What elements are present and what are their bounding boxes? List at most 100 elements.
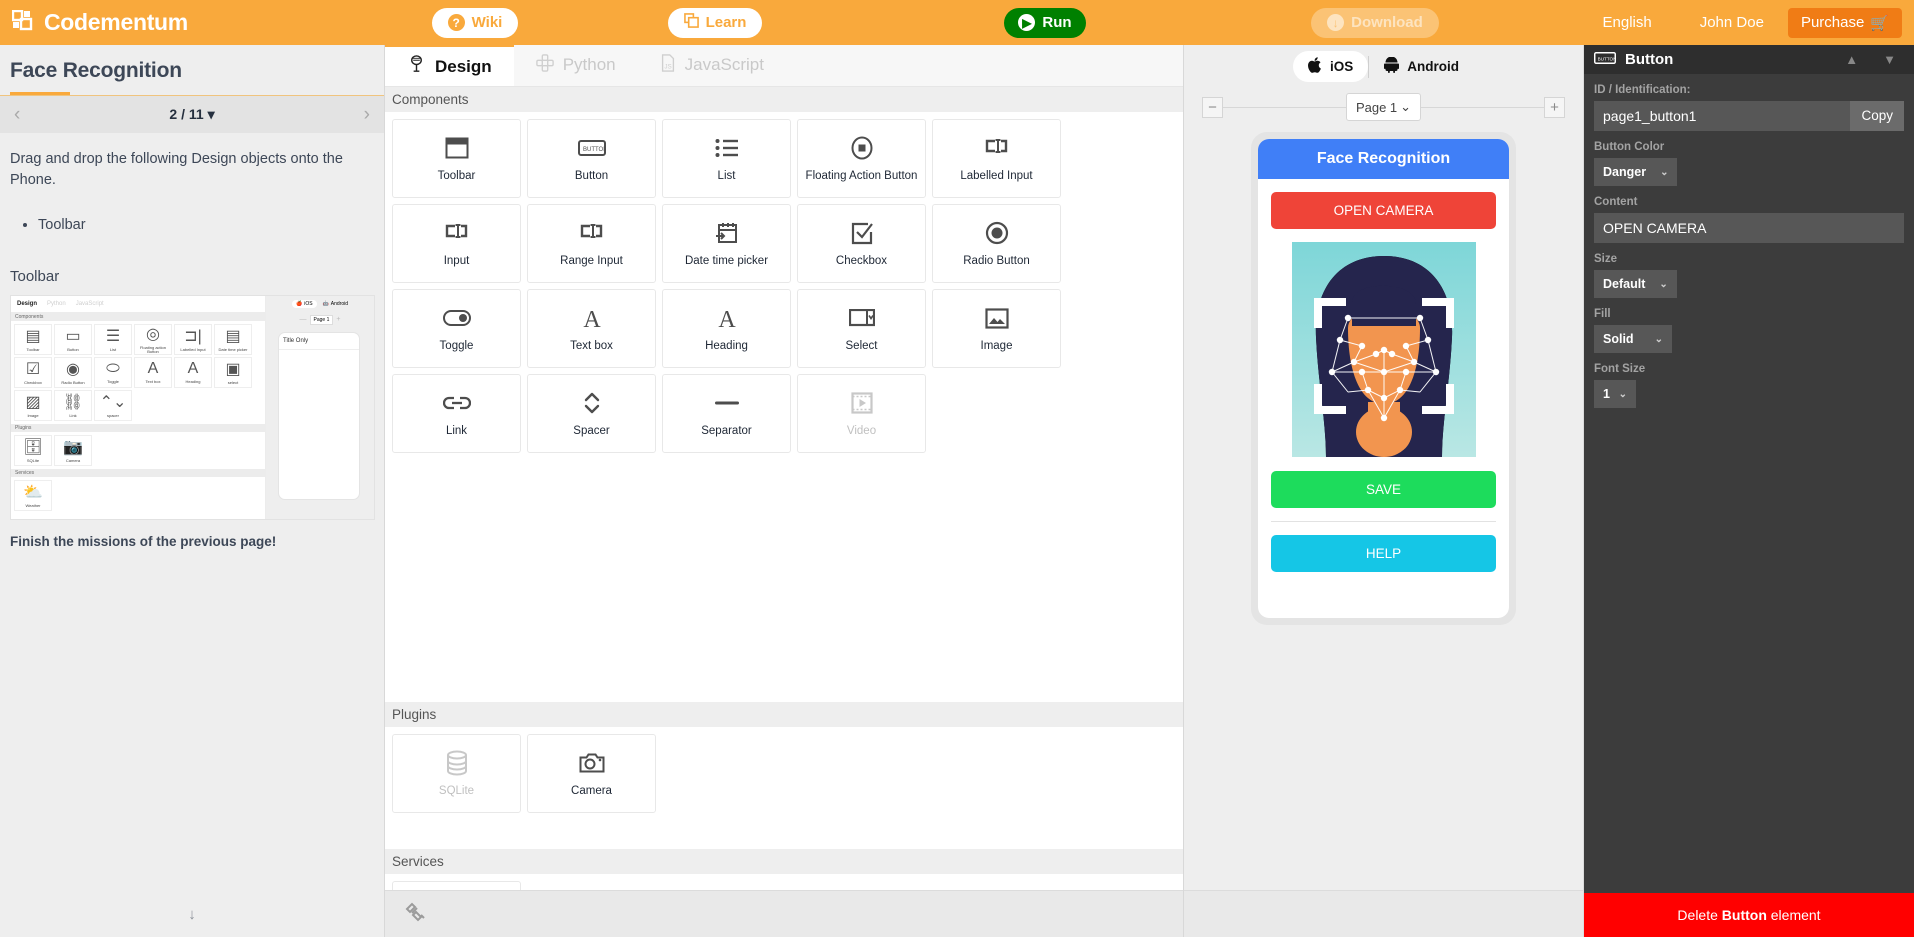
content-input[interactable] <box>1594 213 1904 243</box>
component-date-time-picker[interactable]: Date time picker <box>662 204 791 283</box>
component-heading[interactable]: A Heading <box>662 289 791 368</box>
mini-cell-label: Labelled Input <box>180 347 206 353</box>
mini-cell-label: Image <box>27 413 39 419</box>
button-icon: BUTTON <box>1594 51 1616 69</box>
triangle-up-icon[interactable]: ▲ <box>1837 52 1866 67</box>
step-indicator[interactable]: 2 / 11 ▾ <box>169 106 214 123</box>
id-input[interactable] <box>1594 101 1851 131</box>
component-label: Text box <box>570 340 613 352</box>
save-button[interactable]: SAVE <box>1271 471 1496 508</box>
component-label: Select <box>845 340 878 352</box>
apple-icon <box>1308 57 1322 76</box>
component-image[interactable]: Image <box>932 289 1061 368</box>
help-button[interactable]: HELP <box>1271 535 1496 572</box>
component-radio-button[interactable]: Radio Button <box>932 204 1061 283</box>
tab-design[interactable]: Design <box>385 44 514 86</box>
component-label: Separator <box>701 425 752 437</box>
mini-cell-label: Button <box>67 347 79 353</box>
open-camera-button[interactable]: OPEN CAMERA <box>1271 192 1496 229</box>
service-weather[interactable]: Weather <box>392 881 521 890</box>
platform-ios-label: iOS <box>1329 59 1354 74</box>
tab-python[interactable]: Python <box>514 44 638 86</box>
component-select[interactable]: Select <box>797 289 926 368</box>
font-size-value: 1 <box>1603 387 1610 401</box>
component-separator[interactable]: Separator <box>662 374 791 453</box>
component-label: Image <box>980 340 1013 352</box>
component-floating-action-button[interactable]: Floating Action Button <box>797 119 926 198</box>
font-size-select[interactable]: 1 ⌄ <box>1594 380 1636 408</box>
tab-javascript[interactable]: JS JavaScript <box>638 44 786 86</box>
page-selector[interactable]: Page 1 ⌄ <box>1345 93 1422 121</box>
image-icon <box>984 305 1009 331</box>
toggle-icon <box>442 305 471 331</box>
tutorial-object-list: Toolbar <box>38 213 374 238</box>
field-label-font-size: Font Size <box>1594 363 1646 375</box>
platform-android[interactable]: Android <box>1369 51 1474 82</box>
page-label: Page 1 <box>1355 99 1398 115</box>
mini-platform-label: Android <box>330 301 349 308</box>
component-list[interactable]: List <box>662 119 791 198</box>
tutorial-content: Drag and drop the following Design objec… <box>0 133 384 937</box>
plugin-camera[interactable]: Camera <box>527 734 656 813</box>
component-labelled-input[interactable]: Labelled Input <box>932 119 1061 198</box>
learn-button[interactable]: Learn <box>667 7 763 38</box>
component-toolbar[interactable]: Toolbar <box>392 119 521 198</box>
svg-text:JS: JS <box>664 63 671 70</box>
field-label-id: ID / Identification: <box>1594 84 1691 96</box>
triangle-down-icon[interactable]: ▼ <box>1875 52 1904 67</box>
mini-cell-label: Toggle <box>107 379 119 385</box>
component-label: Link <box>445 425 468 437</box>
zoom-out-button[interactable]: − <box>1202 96 1223 118</box>
prev-step-button[interactable]: ‹ <box>14 104 20 126</box>
next-step-button[interactable]: › <box>364 104 370 126</box>
size-value: Default <box>1603 277 1646 291</box>
chevron-down-icon: ⌄ <box>1654 333 1663 345</box>
id-field-row: Copy <box>1594 101 1904 131</box>
user-menu[interactable]: John Doe <box>1676 14 1788 31</box>
face-recognition-illustration[interactable] <box>1291 242 1476 457</box>
add-page-button[interactable]: + <box>1544 96 1566 118</box>
mini-cell: ▣ select <box>214 356 252 388</box>
component-button[interactable]: BUTTON Button <box>527 119 656 198</box>
mini-cell: ▤ Date time picker <box>214 323 252 355</box>
component-range-input[interactable]: Range Input <box>527 204 656 283</box>
camera-icon <box>579 750 605 776</box>
component-input[interactable]: Input <box>392 204 521 283</box>
mini-editor: Design Python JavaScript Components ▤ Too… <box>11 295 373 519</box>
component-label: Checkbox <box>835 255 888 267</box>
component-spacer[interactable]: Spacer <box>527 374 656 453</box>
component-toggle[interactable]: Toggle <box>392 289 521 368</box>
component-label: Toggle <box>439 340 474 352</box>
component-text-box[interactable]: A Text box <box>527 289 656 368</box>
database-icon <box>446 750 468 776</box>
mini-cell: A Text box <box>134 356 172 388</box>
size-select[interactable]: Default ⌄ <box>1594 270 1677 298</box>
component-checkbox[interactable]: Checkbox <box>797 204 926 283</box>
properties-body: ID / Identification: Copy Button Color D… <box>1584 74 1914 893</box>
component-link[interactable]: Link <box>392 374 521 453</box>
button-color-select[interactable]: Danger ⌄ <box>1594 158 1678 186</box>
language-selector[interactable]: English <box>1579 14 1676 31</box>
download-button[interactable]: ↓ Download <box>1311 7 1439 38</box>
content-field-row <box>1594 213 1904 243</box>
run-button[interactable]: ▶ Run <box>1004 7 1086 38</box>
purchase-button[interactable]: Purchase 🛒 <box>1787 7 1902 38</box>
component-label: Labelled Input <box>960 170 1033 182</box>
mini-tab-design: Design <box>17 300 38 307</box>
mini-cell: A Heading <box>174 356 212 388</box>
mini-cell-label: Checkbox <box>24 380 42 386</box>
top-bar: Codementum ? Wiki Learn ▶ Run ↓ Download… <box>0 0 1914 45</box>
mini-cell-label: Date time picker <box>218 347 248 353</box>
svg-text:A: A <box>583 307 601 330</box>
platform-ios[interactable]: iOS <box>1292 51 1369 82</box>
copy-button[interactable]: Copy <box>1850 101 1904 131</box>
fill-select[interactable]: Solid ⌄ <box>1594 325 1672 353</box>
wiki-button[interactable]: ? Wiki <box>431 7 519 38</box>
connect-plug-icon[interactable] <box>403 900 427 929</box>
mini-tab-javascript: JavaScript <box>75 300 104 307</box>
app-toolbar[interactable]: Face Recognition <box>1258 139 1509 179</box>
purchase-label: Purchase <box>1800 14 1865 31</box>
mini-cell-label: Floating action Button <box>139 345 166 355</box>
delete-element-button[interactable]: Delete Button element <box>1584 893 1914 937</box>
spacer-icon <box>582 390 602 416</box>
